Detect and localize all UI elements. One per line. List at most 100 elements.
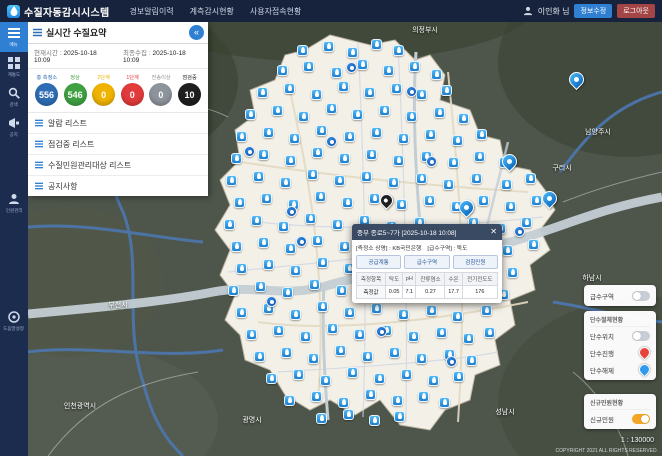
station-marker[interactable] bbox=[406, 86, 417, 97]
station-marker[interactable] bbox=[393, 45, 404, 56]
station-marker[interactable] bbox=[426, 305, 437, 316]
station-marker[interactable] bbox=[272, 105, 283, 116]
sidebar-item-인원관리[interactable]: 인원관리 bbox=[0, 188, 28, 218]
station-marker[interactable] bbox=[293, 369, 304, 380]
sidebar-item-메뉴[interactable]: 메뉴 bbox=[0, 22, 28, 52]
station-marker[interactable] bbox=[300, 331, 311, 342]
station-marker[interactable] bbox=[434, 107, 445, 118]
station-marker[interactable] bbox=[338, 397, 349, 408]
popup-button-공급계통[interactable]: 공급계통 bbox=[356, 255, 401, 269]
station-marker[interactable] bbox=[357, 59, 368, 70]
station-marker[interactable] bbox=[298, 111, 309, 122]
station-marker[interactable] bbox=[327, 323, 338, 334]
station-marker[interactable] bbox=[398, 309, 409, 320]
station-marker[interactable] bbox=[398, 133, 409, 144]
station-marker[interactable] bbox=[331, 67, 342, 78]
station-marker[interactable] bbox=[290, 265, 301, 276]
station-marker[interactable] bbox=[263, 127, 274, 138]
station-marker[interactable] bbox=[409, 61, 420, 72]
station-marker[interactable] bbox=[476, 129, 487, 140]
station-marker[interactable] bbox=[371, 39, 382, 50]
station-marker[interactable] bbox=[251, 215, 262, 226]
panel-list-item[interactable]: 공지사항 bbox=[28, 176, 208, 196]
station-marker[interactable] bbox=[471, 173, 482, 184]
close-icon[interactable]: ✕ bbox=[490, 228, 497, 236]
station-marker[interactable] bbox=[326, 103, 337, 114]
station-marker[interactable] bbox=[246, 329, 257, 340]
station-marker[interactable] bbox=[426, 156, 437, 167]
station-marker[interactable] bbox=[362, 351, 373, 362]
station-marker[interactable] bbox=[303, 61, 314, 72]
station-marker[interactable] bbox=[326, 136, 337, 147]
sidebar-item-도움말설정[interactable]: 도움말설정 bbox=[0, 306, 28, 336]
station-marker[interactable] bbox=[335, 345, 346, 356]
edit-profile-button[interactable]: 정보수정 bbox=[574, 4, 612, 18]
station-marker[interactable] bbox=[255, 281, 266, 292]
station-marker[interactable] bbox=[339, 153, 350, 164]
station-marker[interactable] bbox=[258, 237, 269, 248]
station-marker[interactable] bbox=[296, 236, 307, 247]
station-marker[interactable] bbox=[263, 259, 274, 270]
station-marker[interactable] bbox=[379, 105, 390, 116]
station-marker[interactable] bbox=[224, 219, 235, 230]
station-marker[interactable] bbox=[391, 83, 402, 94]
panel-list-item[interactable]: 수질민원관리대상 리스트 bbox=[28, 155, 208, 176]
station-marker[interactable] bbox=[297, 45, 308, 56]
sidebar-item-검색[interactable]: 검색 bbox=[0, 82, 28, 112]
station-marker[interactable] bbox=[277, 65, 288, 76]
station-marker[interactable] bbox=[347, 367, 358, 378]
station-marker[interactable] bbox=[231, 153, 242, 164]
station-marker[interactable] bbox=[320, 375, 331, 386]
top-menu-item[interactable]: 사용자접속현황 bbox=[250, 6, 302, 17]
station-marker[interactable] bbox=[484, 327, 495, 338]
station-marker[interactable] bbox=[389, 347, 400, 358]
station-marker[interactable] bbox=[273, 325, 284, 336]
sidebar-item-공지[interactable]: 공지 bbox=[0, 112, 28, 142]
station-marker[interactable] bbox=[315, 191, 326, 202]
station-marker[interactable] bbox=[316, 125, 327, 136]
station-marker[interactable] bbox=[371, 303, 382, 314]
station-marker[interactable] bbox=[284, 83, 295, 94]
station-marker[interactable] bbox=[236, 131, 247, 142]
station-marker[interactable] bbox=[332, 219, 343, 230]
station-marker[interactable] bbox=[290, 309, 301, 320]
station-marker[interactable] bbox=[428, 375, 439, 386]
station-marker[interactable] bbox=[369, 193, 380, 204]
station-marker[interactable] bbox=[354, 329, 365, 340]
station-marker[interactable] bbox=[339, 241, 350, 252]
station-marker[interactable] bbox=[323, 41, 334, 52]
station-marker[interactable] bbox=[369, 415, 380, 426]
station-marker[interactable] bbox=[280, 177, 291, 188]
station-marker[interactable] bbox=[342, 197, 353, 208]
station-marker[interactable] bbox=[453, 371, 464, 382]
station-marker[interactable] bbox=[226, 175, 237, 186]
station-marker[interactable] bbox=[311, 89, 322, 100]
station-marker[interactable] bbox=[393, 155, 404, 166]
station-marker[interactable] bbox=[352, 109, 363, 120]
station-marker[interactable] bbox=[383, 65, 394, 76]
popup-button-급수구역[interactable]: 급수구역 bbox=[404, 255, 449, 269]
popup-button-검침민원[interactable]: 검침민원 bbox=[453, 255, 498, 269]
station-marker[interactable] bbox=[463, 333, 474, 344]
station-marker[interactable] bbox=[392, 395, 403, 406]
station-marker[interactable] bbox=[346, 62, 357, 73]
station-marker[interactable] bbox=[466, 355, 477, 366]
급수구역-toggle[interactable] bbox=[632, 291, 650, 301]
station-marker[interactable] bbox=[416, 173, 427, 184]
station-marker[interactable] bbox=[443, 179, 454, 190]
station-marker[interactable] bbox=[458, 113, 469, 124]
station-marker[interactable] bbox=[284, 395, 295, 406]
station-marker[interactable] bbox=[257, 87, 268, 98]
station-marker[interactable] bbox=[231, 241, 242, 252]
station-marker[interactable] bbox=[364, 87, 375, 98]
top-menu-item[interactable]: 경보알림이력 bbox=[130, 6, 174, 17]
station-marker[interactable] bbox=[317, 257, 328, 268]
station-marker[interactable] bbox=[344, 131, 355, 142]
station-marker[interactable] bbox=[416, 89, 427, 100]
station-marker[interactable] bbox=[311, 391, 322, 402]
station-marker[interactable] bbox=[528, 239, 539, 250]
station-marker[interactable] bbox=[253, 171, 264, 182]
station-marker[interactable] bbox=[228, 285, 239, 296]
station-marker[interactable] bbox=[285, 155, 296, 166]
station-marker[interactable] bbox=[431, 69, 442, 80]
